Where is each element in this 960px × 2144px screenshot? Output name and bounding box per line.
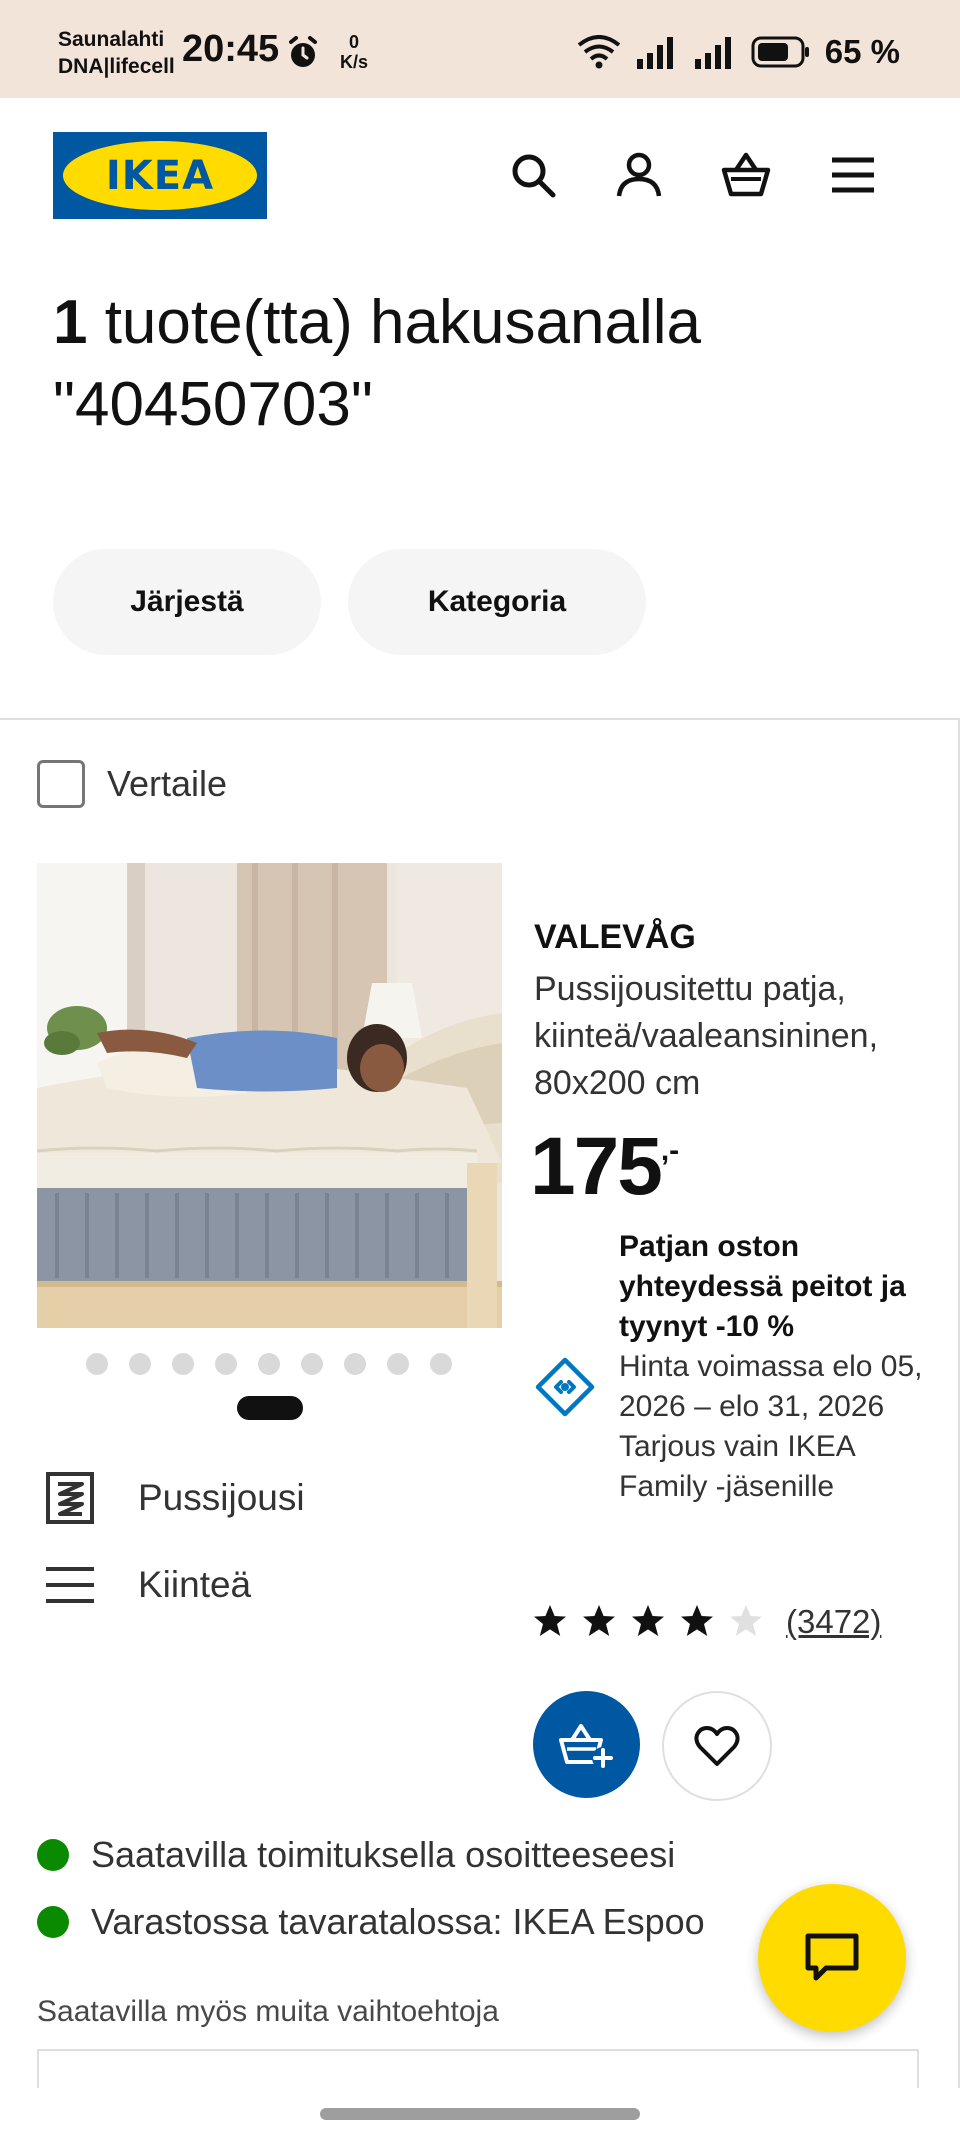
star-icon [632,1605,664,1636]
offer-validity: Hinta voimassa elo 05, 2026 – elo 31, 20… [619,1350,923,1423]
price-value: 175 [530,1121,663,1212]
results-text: tuote(tta) hakusanalla [87,288,701,357]
feature-pocket-spring: Pussijousi [42,1470,305,1526]
availability-text: Varastossa tavaratalossa: IKEA Espoo [91,1901,705,1942]
carrier-info: Saunalahti DNA|lifecell [58,26,175,80]
status-bar: Saunalahti DNA|lifecell 20:45 0 K/s 65 % [0,0,960,98]
network-speed: 0 K/s [334,32,374,72]
site-header: IKEA [0,98,960,248]
family-price-tag-icon [535,1357,595,1417]
carousel-dot[interactable] [301,1353,323,1375]
menu-icon[interactable] [828,150,878,200]
feature-label: Pussijousi [138,1477,305,1518]
cart-icon[interactable] [721,150,771,200]
carrier-line-1: Saunalahti [58,28,165,51]
logo-text: IKEA [105,152,215,199]
account-icon[interactable] [614,150,664,200]
battery-percent: 65 % [824,33,900,70]
star-icon [730,1605,762,1636]
wifi-icon [577,35,621,69]
speed-unit: K/s [339,52,368,72]
alarm-icon [289,36,317,67]
carousel-dot[interactable] [86,1353,108,1375]
offer-title: Patjan oston yhteydessä peitot ja tyynyt… [619,1230,906,1343]
favourite-button[interactable] [662,1691,772,1801]
star-icon [681,1605,713,1636]
star-icon [583,1605,615,1636]
search-icon[interactable] [508,150,558,200]
price-suffix: ,- [660,1134,680,1167]
product-description[interactable]: Pussijousitettu patja, kiinteä/vaaleansi… [534,966,924,1107]
results-heading: 1 tuote(tta) hakusanalla "40450703" [53,282,913,446]
other-options-label: Saatavilla myös muita vaihtoehtoja [37,1995,499,2028]
chat-button[interactable] [758,1884,906,2032]
feature-label: Kiinteä [138,1564,252,1605]
category-button[interactable]: Kategoria [348,549,646,655]
carousel-dot[interactable] [430,1353,452,1375]
firmness-icon [46,1567,94,1603]
product-price: 175,- [530,1120,679,1214]
offer-details: Hinta voimassa elo 05, 2026 – elo 31, 20… [619,1347,929,1507]
add-to-cart-button[interactable] [533,1691,640,1798]
home-indicator[interactable] [320,2108,640,2120]
signal-2-icon [694,37,731,69]
rating-stars[interactable] [532,1603,764,1639]
available-status-dot [37,1839,69,1871]
clock: 20:45 [182,28,280,70]
battery-icon [751,36,809,68]
ikea-logo[interactable]: IKEA [53,132,267,219]
speed-value: 0 [348,32,359,52]
availability-delivery: Saatavilla toimituksella osoitteeseesi [37,1834,675,1876]
carousel-dot[interactable] [129,1353,151,1375]
pocket-spring-icon [46,1472,94,1524]
chat-icon [805,1933,859,1981]
signal-1-icon [636,37,673,69]
sort-button[interactable]: Järjestä [53,549,321,655]
add-to-cart-icon [558,1723,614,1769]
carousel-dot[interactable] [387,1353,409,1375]
star-icon [534,1605,566,1636]
availability-store[interactable]: Varastossa tavaratalossa: IKEA Espoo [37,1901,705,1943]
product-name[interactable]: VALEVÅG [534,918,696,957]
carousel-dot[interactable] [172,1353,194,1375]
product-image[interactable] [37,863,502,1328]
compare-toggle[interactable]: Vertaile [37,760,227,808]
feature-firmness: Kiinteä [42,1557,251,1613]
available-status-dot [37,1906,69,1938]
image-carousel-dots [86,1353,452,1375]
results-count: 1 [53,288,88,357]
carousel-dot[interactable] [215,1353,237,1375]
carousel-dot[interactable] [344,1353,366,1375]
compare-label: Vertaile [107,763,228,804]
availability-text: Saatavilla toimituksella osoitteeseesi [91,1834,676,1875]
carrier-line-2: DNA|lifecell [58,55,175,78]
search-query: "40450703" [53,370,373,439]
offer-members: Tarjous vain IKEA Family -jäsenille [619,1430,855,1503]
compare-checkbox[interactable] [37,760,85,808]
heart-icon [694,1726,740,1766]
review-count-link[interactable]: (3472) [786,1603,881,1641]
carousel-dot[interactable] [258,1353,280,1375]
carousel-scrollbar[interactable] [237,1396,303,1420]
divider [0,718,960,720]
